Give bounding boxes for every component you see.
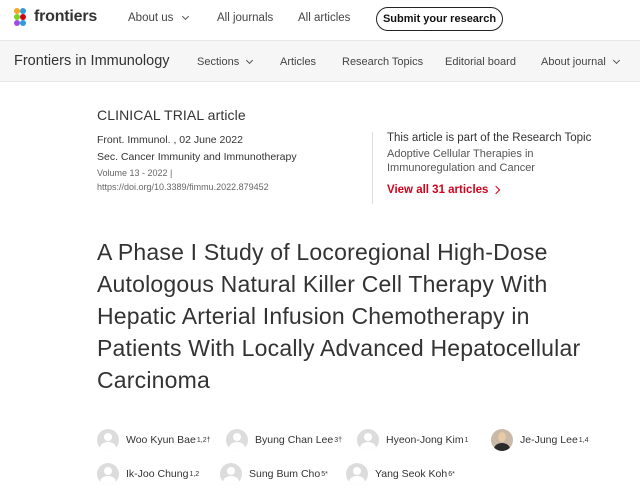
frontiers-logo-icon — [14, 8, 30, 26]
avatar — [97, 463, 119, 485]
chevron-down-icon — [182, 12, 190, 21]
avatar — [346, 463, 368, 485]
article-citation: Front. Immunol. , 02 June 2022 — [97, 134, 243, 146]
author-name: Woo Kyun Bae — [126, 434, 196, 446]
submit-research-button[interactable]: Submit your research — [376, 7, 503, 31]
author-affiliation: 5* — [321, 470, 328, 478]
author-name: Ik-Joo Chung — [126, 468, 189, 480]
journal-nav-research-topics[interactable]: Research Topics — [342, 56, 423, 68]
author-name: Sung Bum Cho — [249, 468, 321, 480]
journal-nav-sections[interactable]: Sections — [197, 56, 254, 68]
nav-all-journals[interactable]: All journals — [217, 12, 273, 24]
nav-all-articles-label: All articles — [298, 12, 351, 24]
chevron-down-icon — [612, 56, 620, 65]
journal-nav-editorial-board[interactable]: Editorial board — [445, 56, 516, 68]
research-topic-name[interactable]: Adoptive Cellular Therapies in Immunoreg… — [387, 147, 577, 175]
author-photo — [491, 429, 513, 451]
journal-nav-sections-label: Sections — [197, 56, 240, 68]
journal-nav-about-journal[interactable]: About journal — [541, 56, 620, 68]
nav-all-articles[interactable]: All articles — [298, 12, 350, 24]
author-affiliation: 1,4 — [578, 436, 589, 444]
journal-navigation: Frontiers in Immunology Sections Article… — [0, 40, 640, 82]
avatar — [97, 429, 119, 451]
author-item[interactable]: Hyeon-Jong Kim 1 — [357, 429, 469, 451]
author-item[interactable]: Je-Jung Lee 1,4 — [491, 429, 589, 451]
nav-about-us[interactable]: About us — [128, 12, 190, 24]
author-name: Je-Jung Lee — [520, 434, 578, 446]
chevron-right-icon — [492, 185, 501, 195]
article-doi[interactable]: https://doi.org/10.3389/fimmu.2022.87945… — [97, 182, 269, 192]
journal-nav-research-topics-label: Research Topics — [342, 56, 424, 68]
author-item[interactable]: Sung Bum Cho 5* — [220, 463, 328, 485]
author-affiliation: 3† — [334, 436, 343, 444]
nav-all-journals-label: All journals — [217, 12, 274, 24]
author-affiliation: 1 — [464, 436, 469, 444]
frontiers-logo[interactable]: frontiers — [14, 8, 97, 26]
journal-nav-articles-label: Articles — [280, 56, 317, 68]
journal-nav-editorial-board-label: Editorial board — [445, 56, 516, 68]
author-name: Yang Seok Koh — [375, 468, 448, 480]
author-item[interactable]: Yang Seok Koh 6* — [346, 463, 455, 485]
author-affiliation: 6* — [448, 470, 455, 478]
avatar — [220, 463, 242, 485]
article-section[interactable]: Sec. Cancer Immunity and Immunotherapy — [97, 151, 297, 163]
author-item[interactable]: Ik-Joo Chung 1,2 — [97, 463, 199, 485]
avatar — [226, 429, 248, 451]
author-item[interactable]: Byung Chan Lee 3† — [226, 429, 342, 451]
article-type: CLINICAL TRIAL article — [97, 107, 246, 123]
author-affiliation: 1,2† — [196, 436, 211, 444]
journal-nav-articles[interactable]: Articles — [280, 56, 316, 68]
journal-name[interactable]: Frontiers in Immunology — [14, 53, 170, 69]
logo-text: frontiers — [34, 8, 98, 25]
chevron-down-icon — [246, 56, 254, 65]
view-all-articles-link[interactable]: View all 31 articles — [387, 184, 612, 196]
view-all-articles-label: View all 31 articles — [387, 184, 489, 196]
research-topic-heading: This article is part of the Research Top… — [387, 132, 592, 144]
nav-about-us-label: About us — [128, 12, 174, 24]
research-topic-box: This article is part of the Research Top… — [372, 132, 612, 204]
author-item[interactable]: Woo Kyun Bae 1,2† — [97, 429, 210, 451]
author-affiliation: 1,2 — [189, 470, 200, 478]
journal-nav-about-journal-label: About journal — [541, 56, 606, 68]
author-name: Byung Chan Lee — [255, 434, 334, 446]
article-volume: Volume 13 - 2022 | — [97, 168, 173, 178]
author-name: Hyeon-Jong Kim — [386, 434, 464, 446]
article-title: A Phase I Study of Locoregional High-Dos… — [97, 239, 581, 393]
top-navigation: frontiers About us All journals All arti… — [0, 0, 640, 38]
avatar — [357, 429, 379, 451]
